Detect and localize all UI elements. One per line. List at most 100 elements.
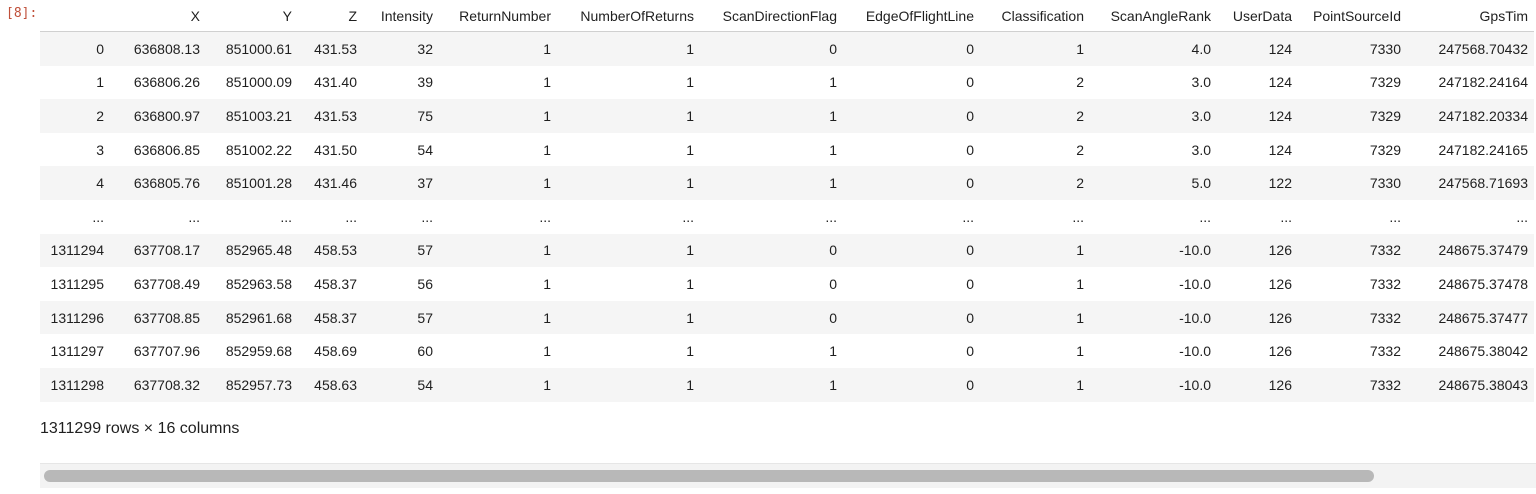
table-cell: 2 [1076, 107, 1084, 124]
table-cell: 7329 [1369, 107, 1401, 124]
table-cell: 0 [966, 74, 974, 91]
table-cell: 56 [417, 275, 433, 292]
table-cell: 431.50 [314, 141, 357, 158]
table-header: X Y Z Intensity ReturnNumber NumberOfReturns S… [40, 0, 1534, 32]
table-cell: 0 [966, 309, 974, 326]
table-cell: 636800.97 [133, 107, 200, 124]
table-cell: 124 [1268, 141, 1292, 158]
table-cell: 247568.70432 [1438, 40, 1528, 57]
column-header: NumberOfReturns [557, 0, 700, 32]
table-cell: 1 [686, 107, 694, 124]
table-cell: 852965.48 [225, 242, 292, 259]
table-cell: 1 [543, 141, 551, 158]
table-cell: 126 [1268, 309, 1292, 326]
table-cell: 0 [966, 242, 974, 259]
table-cell: 852959.68 [225, 343, 292, 360]
column-header: PointSourceId [1298, 0, 1407, 32]
notebook-output-cell: [8]: X Y Z Intensity ReturnNumber Number… [0, 0, 1536, 494]
table-cell: 458.37 [314, 275, 357, 292]
row-index: 4 [96, 175, 104, 192]
table-cell: 637707.96 [133, 343, 200, 360]
table-cell: 247182.24164 [1438, 74, 1528, 91]
table-cell: 3.0 [1191, 141, 1211, 158]
dataframe-output: X Y Z Intensity ReturnNumber NumberOfReturns S… [40, 0, 1536, 494]
index-column-header [40, 0, 110, 32]
table-cell: 1 [543, 107, 551, 124]
table-cell: 4.0 [1191, 40, 1211, 57]
table-row: 1311294 637708.17 852965.48 458.53 57 1 1 0 0 1 -1… [40, 233, 1534, 268]
table-cell: 1 [829, 175, 837, 192]
table-cell: 124 [1268, 74, 1292, 91]
table-cell: 7332 [1369, 242, 1401, 259]
table-row: ........................................… [40, 199, 1534, 234]
table-cell: 1 [686, 376, 694, 393]
table-cell: ... [1389, 208, 1401, 225]
column-header: GpsTim [1407, 0, 1534, 32]
table-cell: 247182.24165 [1438, 141, 1528, 158]
table-cell: 431.53 [314, 40, 357, 57]
table-cell: 851000.09 [225, 74, 292, 91]
table-cell: 1 [543, 376, 551, 393]
table-cell: ... [682, 208, 694, 225]
table-cell: 54 [417, 376, 433, 393]
table-cell: 75 [417, 107, 433, 124]
table-cell: 248675.38042 [1438, 343, 1528, 360]
column-header: UserData [1217, 0, 1298, 32]
row-index: 1311297 [50, 343, 104, 360]
horizontal-scrollbar[interactable] [40, 463, 1536, 488]
column-header: Z [298, 0, 363, 32]
column-header: ScanDirectionFlag [700, 0, 843, 32]
table-cell: ... [825, 208, 837, 225]
table-cell: 1 [686, 275, 694, 292]
table-cell: 1 [686, 40, 694, 57]
table-cell: 3.0 [1191, 74, 1211, 91]
table-cell: 431.40 [314, 74, 357, 91]
table-cell: 458.53 [314, 242, 357, 259]
table-cell: 1 [543, 343, 551, 360]
table-cell: 247568.71693 [1438, 175, 1528, 192]
table-cell: 39 [417, 74, 433, 91]
table-row: 3 636806.85 851002.22 431.50 54 1 1 1 0 2 3.0 124 73… [40, 132, 1534, 167]
table-cell: 1 [829, 107, 837, 124]
column-header: Classification [980, 0, 1090, 32]
table-cell: 851003.21 [225, 107, 292, 124]
table-cell: 1 [543, 40, 551, 57]
table-cell: 1 [686, 242, 694, 259]
table-cell: 1 [543, 309, 551, 326]
table-cell: -10.0 [1179, 275, 1211, 292]
row-index: 1311298 [50, 376, 104, 393]
table-cell: 1 [686, 74, 694, 91]
table-cell: 637708.17 [133, 242, 200, 259]
table-row: 0 636808.13 851000.61 431.53 32 1 1 0 0 1 4.0 124 73… [40, 31, 1534, 66]
table-cell: 0 [966, 376, 974, 393]
table-cell: 851001.28 [225, 175, 292, 192]
table-cell: 636805.76 [133, 175, 200, 192]
scrollbar-thumb[interactable] [44, 470, 1374, 482]
table-cell: 1 [1076, 40, 1084, 57]
table-cell: 0 [966, 175, 974, 192]
table-cell: 458.69 [314, 343, 357, 360]
table-cell: 1 [1076, 309, 1084, 326]
row-index: 1311295 [50, 275, 104, 292]
table-cell: 7329 [1369, 141, 1401, 158]
table-cell: 248675.37478 [1438, 275, 1528, 292]
table-cell: 32 [417, 40, 433, 57]
table-cell: 0 [829, 40, 837, 57]
table-cell: 1 [829, 141, 837, 158]
table-cell: 1 [1076, 376, 1084, 393]
table-cell: 124 [1268, 107, 1292, 124]
table-cell: 637708.85 [133, 309, 200, 326]
table-cell: 248675.37477 [1438, 309, 1528, 326]
table-cell: 126 [1268, 376, 1292, 393]
table-body: 0 636808.13 851000.61 431.53 32 1 1 0 0 1 4.0 124 73… [40, 31, 1534, 402]
table-cell: 0 [966, 275, 974, 292]
table-cell: 1 [1076, 242, 1084, 259]
dataframe-scroll-area[interactable]: X Y Z Intensity ReturnNumber NumberOfReturns S… [40, 0, 1536, 402]
table-cell: 0 [829, 309, 837, 326]
table-cell: 2 [1076, 141, 1084, 158]
execution-count-prompt: [8]: [6, 6, 38, 21]
column-header: Y [206, 0, 298, 32]
dataframe-table: X Y Z Intensity ReturnNumber NumberOfReturns S… [40, 0, 1534, 402]
table-row: 2 636800.97 851003.21 431.53 75 1 1 1 0 2 3.0 124 73… [40, 99, 1534, 133]
table-cell: 7330 [1369, 175, 1401, 192]
